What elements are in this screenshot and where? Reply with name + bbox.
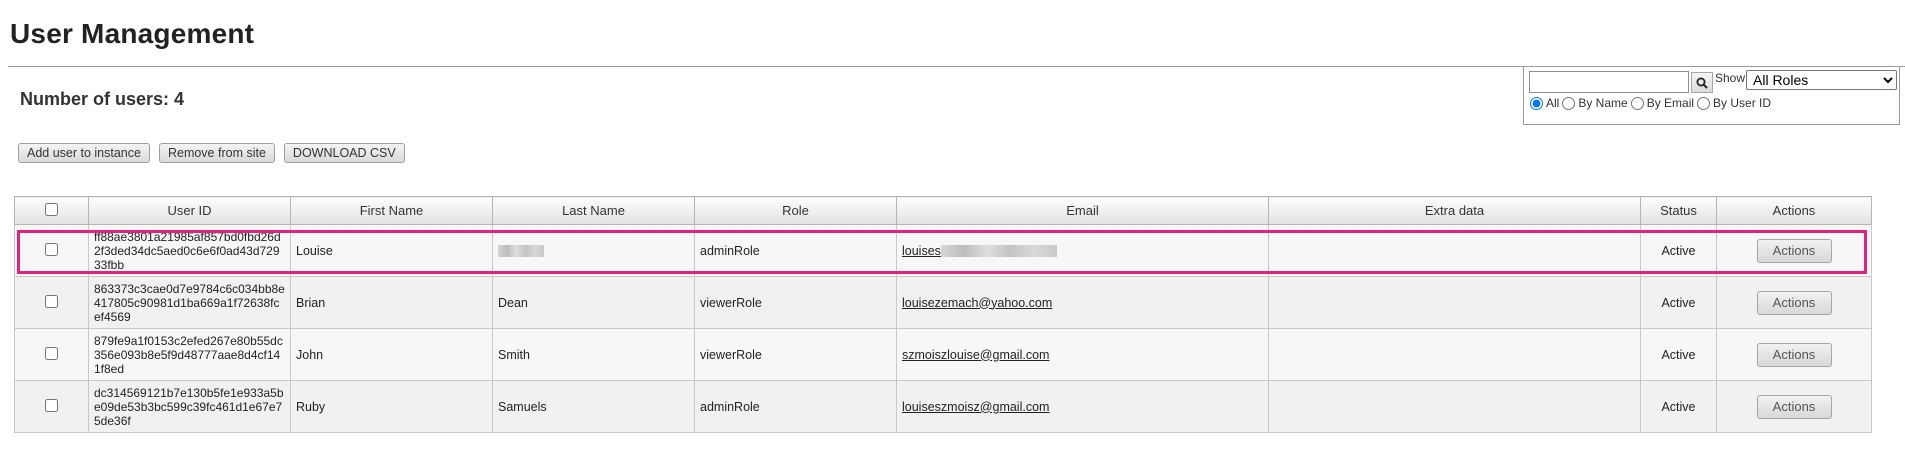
download-csv-button[interactable]: DOWNLOAD CSV bbox=[283, 143, 405, 163]
first-name-cell: Louise bbox=[290, 224, 493, 277]
actions-cell: Actions bbox=[1716, 328, 1872, 381]
column-header-email[interactable]: Email bbox=[896, 196, 1269, 225]
add-user-button[interactable]: Add user to instance bbox=[18, 143, 150, 163]
select-all-header bbox=[14, 196, 89, 225]
first-name-cell: Brian bbox=[290, 276, 493, 329]
radio-by-email[interactable] bbox=[1630, 96, 1644, 110]
role-cell: adminRole bbox=[694, 380, 897, 433]
remove-from-site-button[interactable]: Remove from site bbox=[158, 143, 275, 163]
row-select-cell bbox=[14, 328, 89, 381]
actions-cell: Actions bbox=[1716, 224, 1872, 277]
actions-cell: Actions bbox=[1716, 276, 1872, 329]
search-panel: Show: All Roles All By Name By Email By … bbox=[1523, 67, 1900, 125]
row-select-cell bbox=[14, 380, 89, 433]
search-mode-all[interactable]: All bbox=[1529, 96, 1559, 110]
extra-data-cell bbox=[1268, 224, 1641, 277]
last-name-cell: Samuels bbox=[492, 380, 695, 433]
status-cell: Active bbox=[1640, 276, 1717, 329]
role-filter-select[interactable]: All Roles bbox=[1746, 70, 1897, 90]
user-id-cell: dc314569121b7e130b5fe1e933a5be09de53b3bc… bbox=[88, 380, 291, 433]
redacted-last-name bbox=[498, 245, 544, 258]
extra-data-cell bbox=[1268, 380, 1641, 433]
first-name-cell: Ruby bbox=[290, 380, 493, 433]
email-cell: louisezemach@yahoo.com bbox=[896, 276, 1269, 329]
search-mode-by-email[interactable]: By Email bbox=[1630, 96, 1694, 110]
select-all-checkbox[interactable] bbox=[45, 202, 58, 216]
row-actions-button[interactable]: Actions bbox=[1756, 394, 1832, 419]
table-row: ff88ae3801a21985af857bd0fbd26d2f3ded34dc… bbox=[14, 224, 1872, 277]
row-checkbox[interactable] bbox=[45, 294, 58, 308]
radio-all[interactable] bbox=[1530, 96, 1543, 110]
column-header-extra-data[interactable]: Extra data bbox=[1268, 196, 1641, 225]
email-cell: louises bbox=[896, 224, 1269, 277]
column-header-role[interactable]: Role bbox=[694, 196, 897, 225]
row-actions-button[interactable]: Actions bbox=[1756, 290, 1832, 315]
last-name-cell: Dean bbox=[492, 276, 695, 329]
page-title: User Management bbox=[10, 18, 255, 49]
row-checkbox[interactable] bbox=[45, 242, 58, 256]
users-table: User ID First Name Last Name Role Email … bbox=[14, 196, 1872, 433]
show-label: Show: bbox=[1715, 71, 1749, 85]
email-cell: louiseszmoisz@gmail.com bbox=[896, 380, 1269, 433]
row-select-cell bbox=[14, 276, 89, 329]
search-mode-by-user-id[interactable]: By User ID bbox=[1696, 96, 1771, 110]
user-id-cell: 879fe9a1f0153c2efed267e80b55dc356e093b8e… bbox=[88, 328, 291, 381]
last-name-cell bbox=[492, 224, 695, 277]
user-id-cell: ff88ae3801a21985af857bd0fbd26d2f3ded34dc… bbox=[88, 224, 291, 277]
radio-by-user-id[interactable] bbox=[1697, 96, 1711, 110]
email-link[interactable]: louises bbox=[902, 244, 1057, 258]
extra-data-cell bbox=[1268, 328, 1641, 381]
column-header-last-name[interactable]: Last Name bbox=[492, 196, 695, 225]
toolbar: Add user to instance Remove from site DO… bbox=[18, 143, 405, 163]
status-cell: Active bbox=[1640, 224, 1717, 277]
role-cell: viewerRole bbox=[694, 328, 897, 381]
status-cell: Active bbox=[1640, 380, 1717, 433]
last-name-cell: Smith bbox=[492, 328, 695, 381]
table-header-row: User ID First Name Last Name Role Email … bbox=[14, 196, 1872, 225]
search-mode-group: All By Name By Email By User ID bbox=[1529, 96, 1773, 110]
email-link[interactable]: szmoiszlouise@gmail.com bbox=[902, 348, 1049, 362]
email-link[interactable]: louiseszmoisz@gmail.com bbox=[902, 400, 1049, 414]
row-actions-button[interactable]: Actions bbox=[1756, 238, 1832, 263]
table-row: 879fe9a1f0153c2efed267e80b55dc356e093b8e… bbox=[14, 328, 1872, 381]
search-icon bbox=[1696, 77, 1708, 89]
email-cell: szmoiszlouise@gmail.com bbox=[896, 328, 1269, 381]
email-link[interactable]: louisezemach@yahoo.com bbox=[902, 296, 1052, 310]
column-header-status[interactable]: Status bbox=[1640, 196, 1717, 225]
actions-cell: Actions bbox=[1716, 380, 1872, 433]
row-select-cell bbox=[14, 224, 89, 277]
search-mode-by-name[interactable]: By Name bbox=[1561, 96, 1628, 110]
column-header-actions: Actions bbox=[1716, 196, 1872, 225]
row-actions-button[interactable]: Actions bbox=[1756, 342, 1832, 367]
role-cell: viewerRole bbox=[694, 276, 897, 329]
search-input[interactable] bbox=[1529, 71, 1689, 93]
first-name-cell: John bbox=[290, 328, 493, 381]
table-row: dc314569121b7e130b5fe1e933a5be09de53b3bc… bbox=[14, 380, 1872, 433]
column-header-first-name[interactable]: First Name bbox=[290, 196, 493, 225]
row-checkbox[interactable] bbox=[45, 346, 58, 360]
radio-by-name[interactable] bbox=[1562, 96, 1576, 110]
table-row: 863373c3cae0d7e9784c6c034bb8e417805c9098… bbox=[14, 276, 1872, 329]
user-id-cell: 863373c3cae0d7e9784c6c034bb8e417805c9098… bbox=[88, 276, 291, 329]
redacted-email bbox=[940, 245, 1057, 258]
user-count: Number of users: 4 bbox=[20, 89, 185, 109]
column-header-user-id[interactable]: User ID bbox=[88, 196, 291, 225]
row-checkbox[interactable] bbox=[45, 398, 58, 412]
status-cell: Active bbox=[1640, 328, 1717, 381]
search-button[interactable] bbox=[1691, 72, 1713, 93]
role-cell: adminRole bbox=[694, 224, 897, 277]
extra-data-cell bbox=[1268, 276, 1641, 329]
